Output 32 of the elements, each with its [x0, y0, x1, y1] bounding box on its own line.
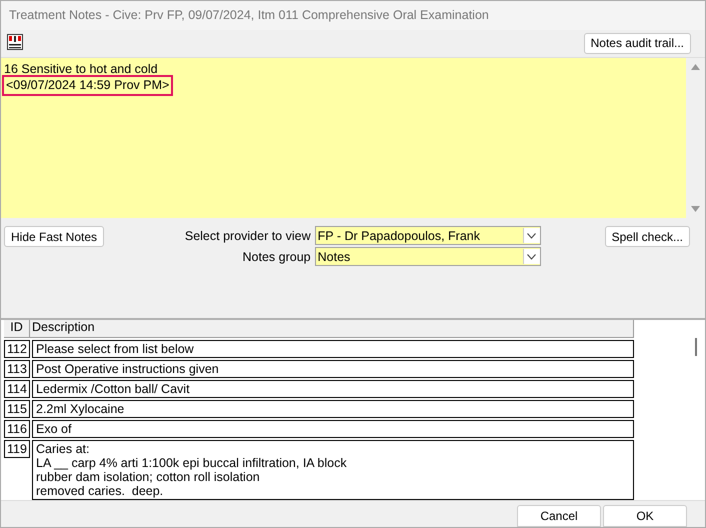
ok-button[interactable]: OK	[603, 505, 687, 527]
chevron-down-icon	[527, 254, 536, 260]
audit-trail-button[interactable]: Notes audit trail...	[584, 32, 691, 54]
fast-note-item[interactable]: 2.2ml Xylocaine	[32, 400, 634, 418]
field-label: Select provider to view	[184, 228, 311, 243]
column-header: Description	[30, 320, 634, 337]
field-label: Notes group	[242, 250, 311, 264]
id-cell: 112	[4, 340, 30, 358]
fast-note-item[interactable]: Exo of	[32, 420, 634, 438]
fast-note-item[interactable]: Caries at: LA __ carp 4% arti 1:100k epi buccal infiltration, IA block rubber dam isolation; cotton roll isolation removed caries. deep.	[32, 440, 634, 500]
note-line: 16 Sensitive to hot and cold	[4, 62, 158, 76]
hide-fast-notes-button[interactable]: Hide Fast Notes	[4, 226, 104, 248]
id-cell: 115	[4, 400, 30, 418]
window-title: Treatment Notes - Cive: Prv FP, 09/07/2024, Itm 011 Comprehensive Oral Examination	[1, 1, 705, 30]
spell-check-button[interactable]: Spell check...	[604, 226, 690, 248]
id-cell: 116	[4, 420, 30, 438]
id-cell: 114	[4, 380, 30, 398]
scrollbar-thumb[interactable]	[695, 338, 697, 356]
dropdown-field[interactable]: Notes	[314, 247, 541, 266]
chevron-down-icon	[527, 232, 536, 239]
cancel-button[interactable]: Cancel	[517, 505, 601, 527]
column-header: ID	[4, 320, 30, 337]
numbered-list-icon[interactable]	[7, 34, 23, 50]
dropdown-field[interactable]: FP - Dr Papadopoulos, Frank	[314, 226, 541, 246]
fast-note-item[interactable]: Post Operative instructions given	[32, 360, 634, 378]
scroll-down-icon[interactable]	[691, 206, 700, 212]
id-cell: 119	[4, 440, 30, 458]
fast-note-item[interactable]: Ledermix /Cotton ball/ Cavit	[32, 380, 634, 398]
highlighted-note-line: <09/07/2024 14:59 Prov PM>	[4, 76, 172, 94]
id-cell: 113	[4, 360, 30, 378]
fast-note-item[interactable]: Please select from list below	[32, 340, 634, 358]
scroll-up-icon[interactable]	[691, 64, 700, 70]
